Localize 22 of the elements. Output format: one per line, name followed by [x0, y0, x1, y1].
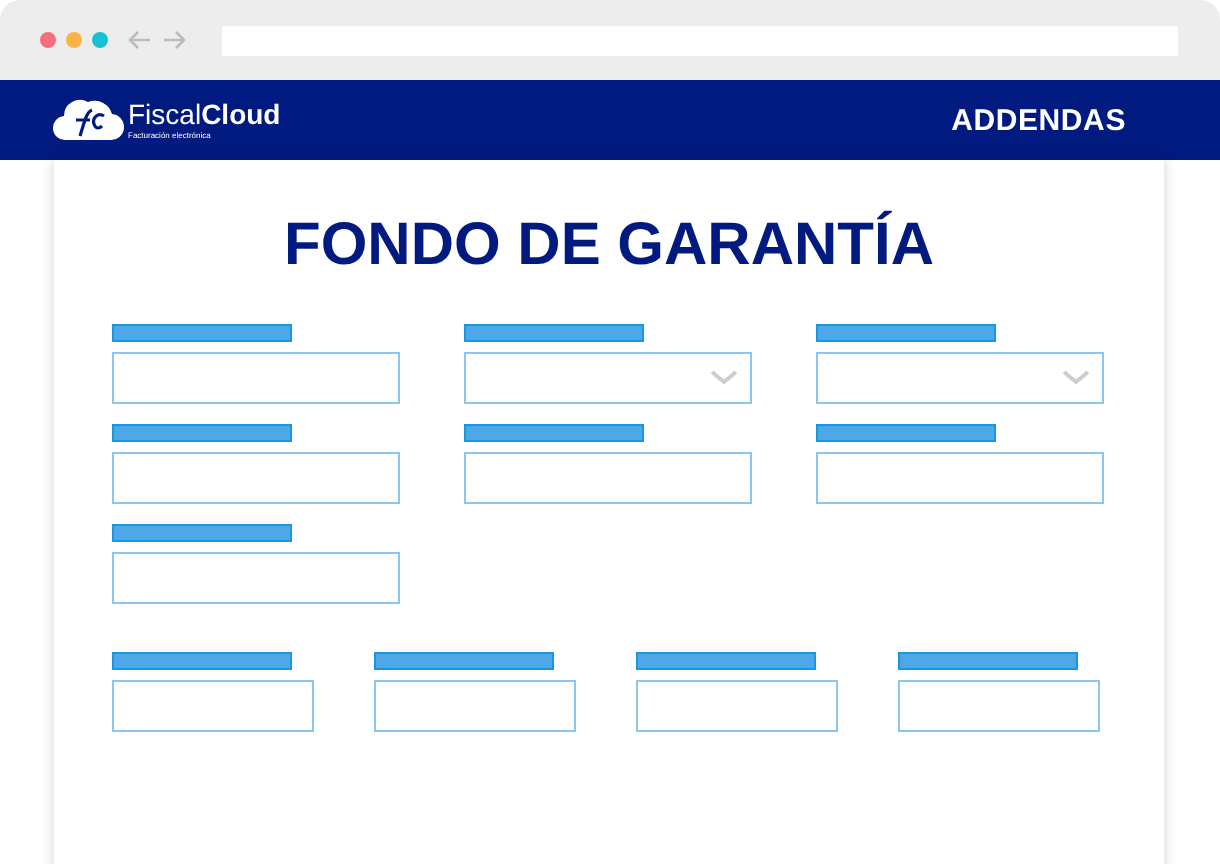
chevron-down-icon — [1062, 370, 1090, 386]
dropdown-field[interactable] — [464, 352, 752, 404]
brand-name: FiscalCloud — [128, 100, 281, 130]
input-field[interactable] — [112, 452, 400, 504]
cloud-logo-icon — [52, 96, 124, 144]
forward-icon[interactable] — [162, 30, 186, 50]
input-field[interactable] — [816, 452, 1104, 504]
input-field[interactable] — [112, 552, 400, 604]
nav-link[interactable]: ADDENDAS — [951, 103, 1126, 137]
chevron-down-icon — [710, 370, 738, 386]
input-field[interactable] — [898, 680, 1100, 732]
input-field[interactable] — [464, 452, 752, 504]
input-field[interactable] — [112, 352, 400, 404]
input-field[interactable] — [112, 680, 314, 732]
maximize-dot-icon[interactable] — [92, 32, 108, 48]
close-dot-icon[interactable] — [40, 32, 56, 48]
minimize-dot-icon[interactable] — [66, 32, 82, 48]
dropdown-field[interactable] — [816, 352, 1104, 404]
input-field[interactable] — [636, 680, 838, 732]
back-icon[interactable] — [128, 30, 152, 50]
input-field[interactable] — [374, 680, 576, 732]
form-title: FONDO DE GARANTÍA — [282, 212, 936, 280]
